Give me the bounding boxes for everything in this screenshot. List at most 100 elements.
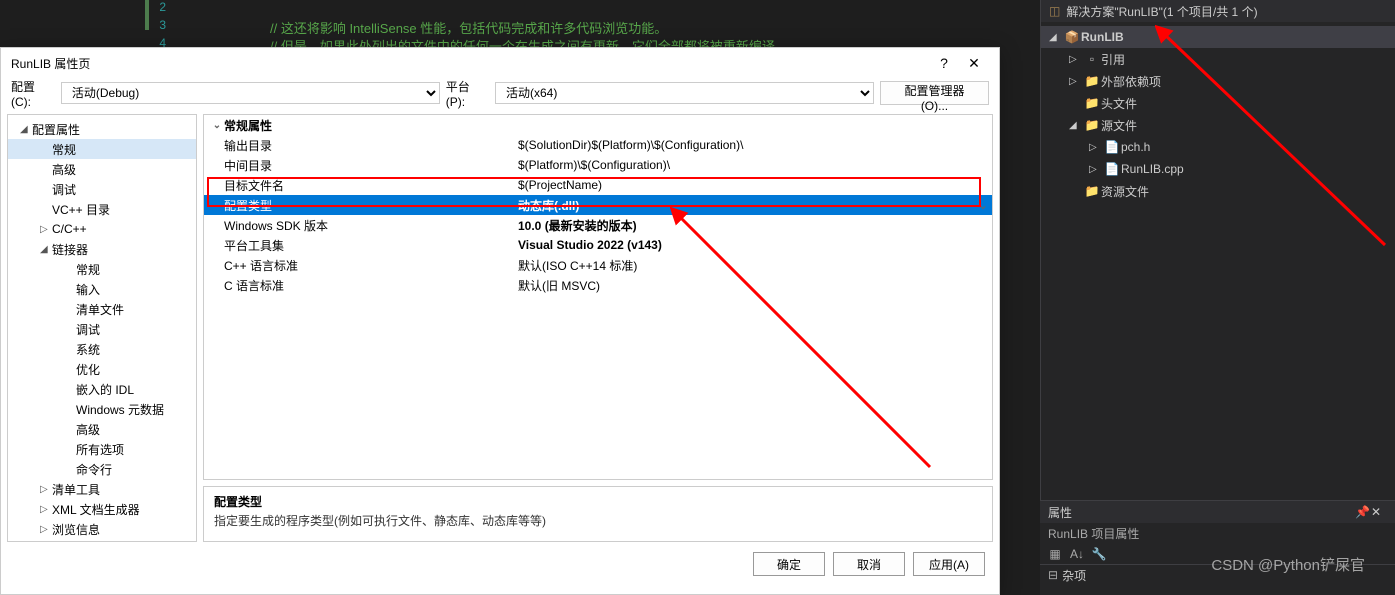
tree-item[interactable]: 所有选项: [8, 439, 196, 459]
tree-item[interactable]: 清单文件: [8, 299, 196, 319]
tree-item[interactable]: VC++ 目录: [8, 199, 196, 219]
tree-item[interactable]: 高级: [8, 419, 196, 439]
tree-item[interactable]: 常规: [8, 139, 196, 159]
prop-row[interactable]: 输出目录$(SolutionDir)$(Platform)\$(Configur…: [204, 135, 992, 155]
prop-row[interactable]: 中间目录$(Platform)\$(Configuration)\: [204, 155, 992, 175]
pin-icon[interactable]: 📌: [1355, 505, 1371, 519]
help-button[interactable]: ?: [929, 55, 959, 71]
ok-button[interactable]: 确定: [753, 552, 825, 576]
prop-row[interactable]: C++ 语言标准默认(ISO C++14 标准): [204, 255, 992, 275]
properties-panel[interactable]: 属性 📌 ✕ RunLIB 项目属性 ▦ A↓ 🔧 ⊟杂项: [1040, 500, 1395, 595]
tree-item-label: 调试: [52, 181, 76, 198]
prop-row[interactable]: 配置类型动态库(.dll)⌄: [204, 195, 992, 215]
tree-item[interactable]: ▷C/C++: [8, 219, 196, 239]
prop-panel-title[interactable]: 属性 📌 ✕: [1040, 501, 1395, 523]
solution-header[interactable]: ◫ 解决方案"RunLIB"(1 个项目/共 1 个): [1041, 0, 1395, 22]
tree-item-label: 输入: [76, 281, 100, 298]
expand-arrow-icon[interactable]: ▷: [1069, 54, 1083, 65]
config-tree[interactable]: ◢配置属性常规高级调试VC++ 目录▷C/C++◢链接器常规输入清单文件调试系统…: [7, 114, 197, 542]
tree-item-label: 调试: [76, 321, 100, 338]
solution-item[interactable]: ▷▫引用: [1041, 48, 1395, 70]
code-lines: // 这还将影响 IntelliSense 性能，包括代码完成和许多代码浏览功能…: [270, 0, 788, 54]
tree-arrow-icon: ◢: [20, 124, 32, 135]
wrench-icon[interactable]: 🔧: [1090, 545, 1108, 563]
prop-name: C 语言标准: [204, 277, 514, 294]
tree-item[interactable]: ◢配置属性: [8, 119, 196, 139]
prop-name: 中间目录: [204, 157, 514, 174]
solution-item-label: 引用: [1101, 51, 1125, 68]
item-icon: ▫: [1083, 52, 1101, 66]
prop-value[interactable]: 默认(ISO C++14 标准): [514, 257, 992, 274]
prop-panel-sub: RunLIB 项目属性: [1040, 523, 1395, 543]
expand-arrow-icon[interactable]: ▷: [1089, 142, 1103, 153]
tree-item[interactable]: 优化: [8, 359, 196, 379]
solution-explorer[interactable]: ◫ 解决方案"RunLIB"(1 个项目/共 1 个) ◢📦RunLIB▷▫引用…: [1040, 0, 1395, 500]
tree-item[interactable]: 调试: [8, 319, 196, 339]
prop-value[interactable]: $(ProjectName): [514, 178, 992, 192]
expand-arrow-icon[interactable]: ◢: [1069, 120, 1083, 131]
apply-button[interactable]: 应用(A): [913, 552, 985, 576]
expand-arrow-icon[interactable]: ◢: [1049, 32, 1063, 43]
tree-item-label: 嵌入的 IDL: [76, 381, 134, 398]
item-icon: 📄: [1103, 140, 1121, 154]
prop-row[interactable]: 平台工具集Visual Studio 2022 (v143): [204, 235, 992, 255]
solution-icon: ◫: [1049, 4, 1060, 18]
solution-item[interactable]: ▷📁外部依赖项: [1041, 70, 1395, 92]
dialog-titlebar[interactable]: RunLIB 属性页 ? ✕: [1, 48, 999, 78]
solution-item[interactable]: ◢📁源文件: [1041, 114, 1395, 136]
close-panel-icon[interactable]: ✕: [1371, 505, 1387, 519]
prop-value[interactable]: $(Platform)\$(Configuration)\: [514, 158, 992, 172]
dialog-toolbar: 配置(C): 活动(Debug) 平台(P): 活动(x64) 配置管理器(O)…: [1, 78, 999, 108]
prop-row[interactable]: C 语言标准默认(旧 MSVC): [204, 275, 992, 295]
config-combo[interactable]: 活动(Debug): [61, 82, 440, 104]
prop-value[interactable]: 动态库(.dll): [514, 197, 974, 214]
tree-item[interactable]: ▷浏览信息: [8, 519, 196, 539]
tree-item[interactable]: 调试: [8, 179, 196, 199]
categorize-icon[interactable]: ▦: [1046, 545, 1064, 563]
dropdown-icon[interactable]: ⌄: [974, 198, 992, 212]
config-manager-button[interactable]: 配置管理器(O)...: [880, 81, 989, 105]
close-button[interactable]: ✕: [959, 55, 989, 72]
prop-value[interactable]: 10.0 (最新安装的版本): [514, 217, 992, 234]
tree-item[interactable]: ▷清单工具: [8, 479, 196, 499]
tree-item[interactable]: 命令行: [8, 459, 196, 479]
config-label: 配置(C):: [11, 78, 55, 109]
tree-item-label: 命令行: [76, 461, 112, 478]
solution-item[interactable]: ▷📄RunLIB.cpp: [1041, 158, 1395, 180]
solution-item[interactable]: ◢📦RunLIB: [1041, 26, 1395, 48]
group-header[interactable]: ⌄常规属性: [204, 115, 992, 135]
tree-arrow-icon: ▷: [40, 224, 52, 235]
solution-item[interactable]: 📁资源文件: [1041, 180, 1395, 202]
solution-item-label: 源文件: [1101, 117, 1137, 134]
prop-row[interactable]: 目标文件名$(ProjectName): [204, 175, 992, 195]
tree-item[interactable]: 高级: [8, 159, 196, 179]
item-icon: 📁: [1083, 96, 1101, 110]
cancel-button[interactable]: 取消: [833, 552, 905, 576]
tree-item[interactable]: ◢链接器: [8, 239, 196, 259]
item-icon: 📁: [1083, 184, 1101, 198]
platform-combo[interactable]: 活动(x64): [495, 82, 874, 104]
item-icon: 📄: [1103, 162, 1121, 176]
tree-item-label: VC++ 目录: [52, 201, 110, 218]
tree-item[interactable]: ▷XML 文档生成器: [8, 499, 196, 519]
tree-arrow-icon: ▷: [40, 484, 52, 495]
prop-value[interactable]: 默认(旧 MSVC): [514, 277, 992, 294]
tree-item[interactable]: 输入: [8, 279, 196, 299]
tree-item-label: 常规: [52, 141, 76, 158]
tree-item[interactable]: 嵌入的 IDL: [8, 379, 196, 399]
prop-value[interactable]: $(SolutionDir)$(Platform)\$(Configuratio…: [514, 138, 992, 152]
watermark: CSDN @Python铲屎官: [1211, 554, 1365, 575]
expand-arrow-icon[interactable]: ▷: [1069, 76, 1083, 87]
prop-value[interactable]: Visual Studio 2022 (v143): [514, 238, 992, 252]
solution-item[interactable]: ▷📄pch.h: [1041, 136, 1395, 158]
expand-arrow-icon[interactable]: ▷: [1089, 164, 1103, 175]
props-grid[interactable]: ⌄常规属性 输出目录$(SolutionDir)$(Platform)\$(Co…: [203, 114, 993, 480]
tree-item[interactable]: Windows 元数据: [8, 399, 196, 419]
sort-icon[interactable]: A↓: [1068, 545, 1086, 563]
tree-item[interactable]: 常规: [8, 259, 196, 279]
tree-item[interactable]: 系统: [8, 339, 196, 359]
dialog-buttons: 确定 取消 应用(A): [1, 548, 999, 586]
description-box: 配置类型 指定要生成的程序类型(例如可执行文件、静态库、动态库等等): [203, 486, 993, 542]
prop-row[interactable]: Windows SDK 版本10.0 (最新安装的版本): [204, 215, 992, 235]
solution-item[interactable]: 📁头文件: [1041, 92, 1395, 114]
